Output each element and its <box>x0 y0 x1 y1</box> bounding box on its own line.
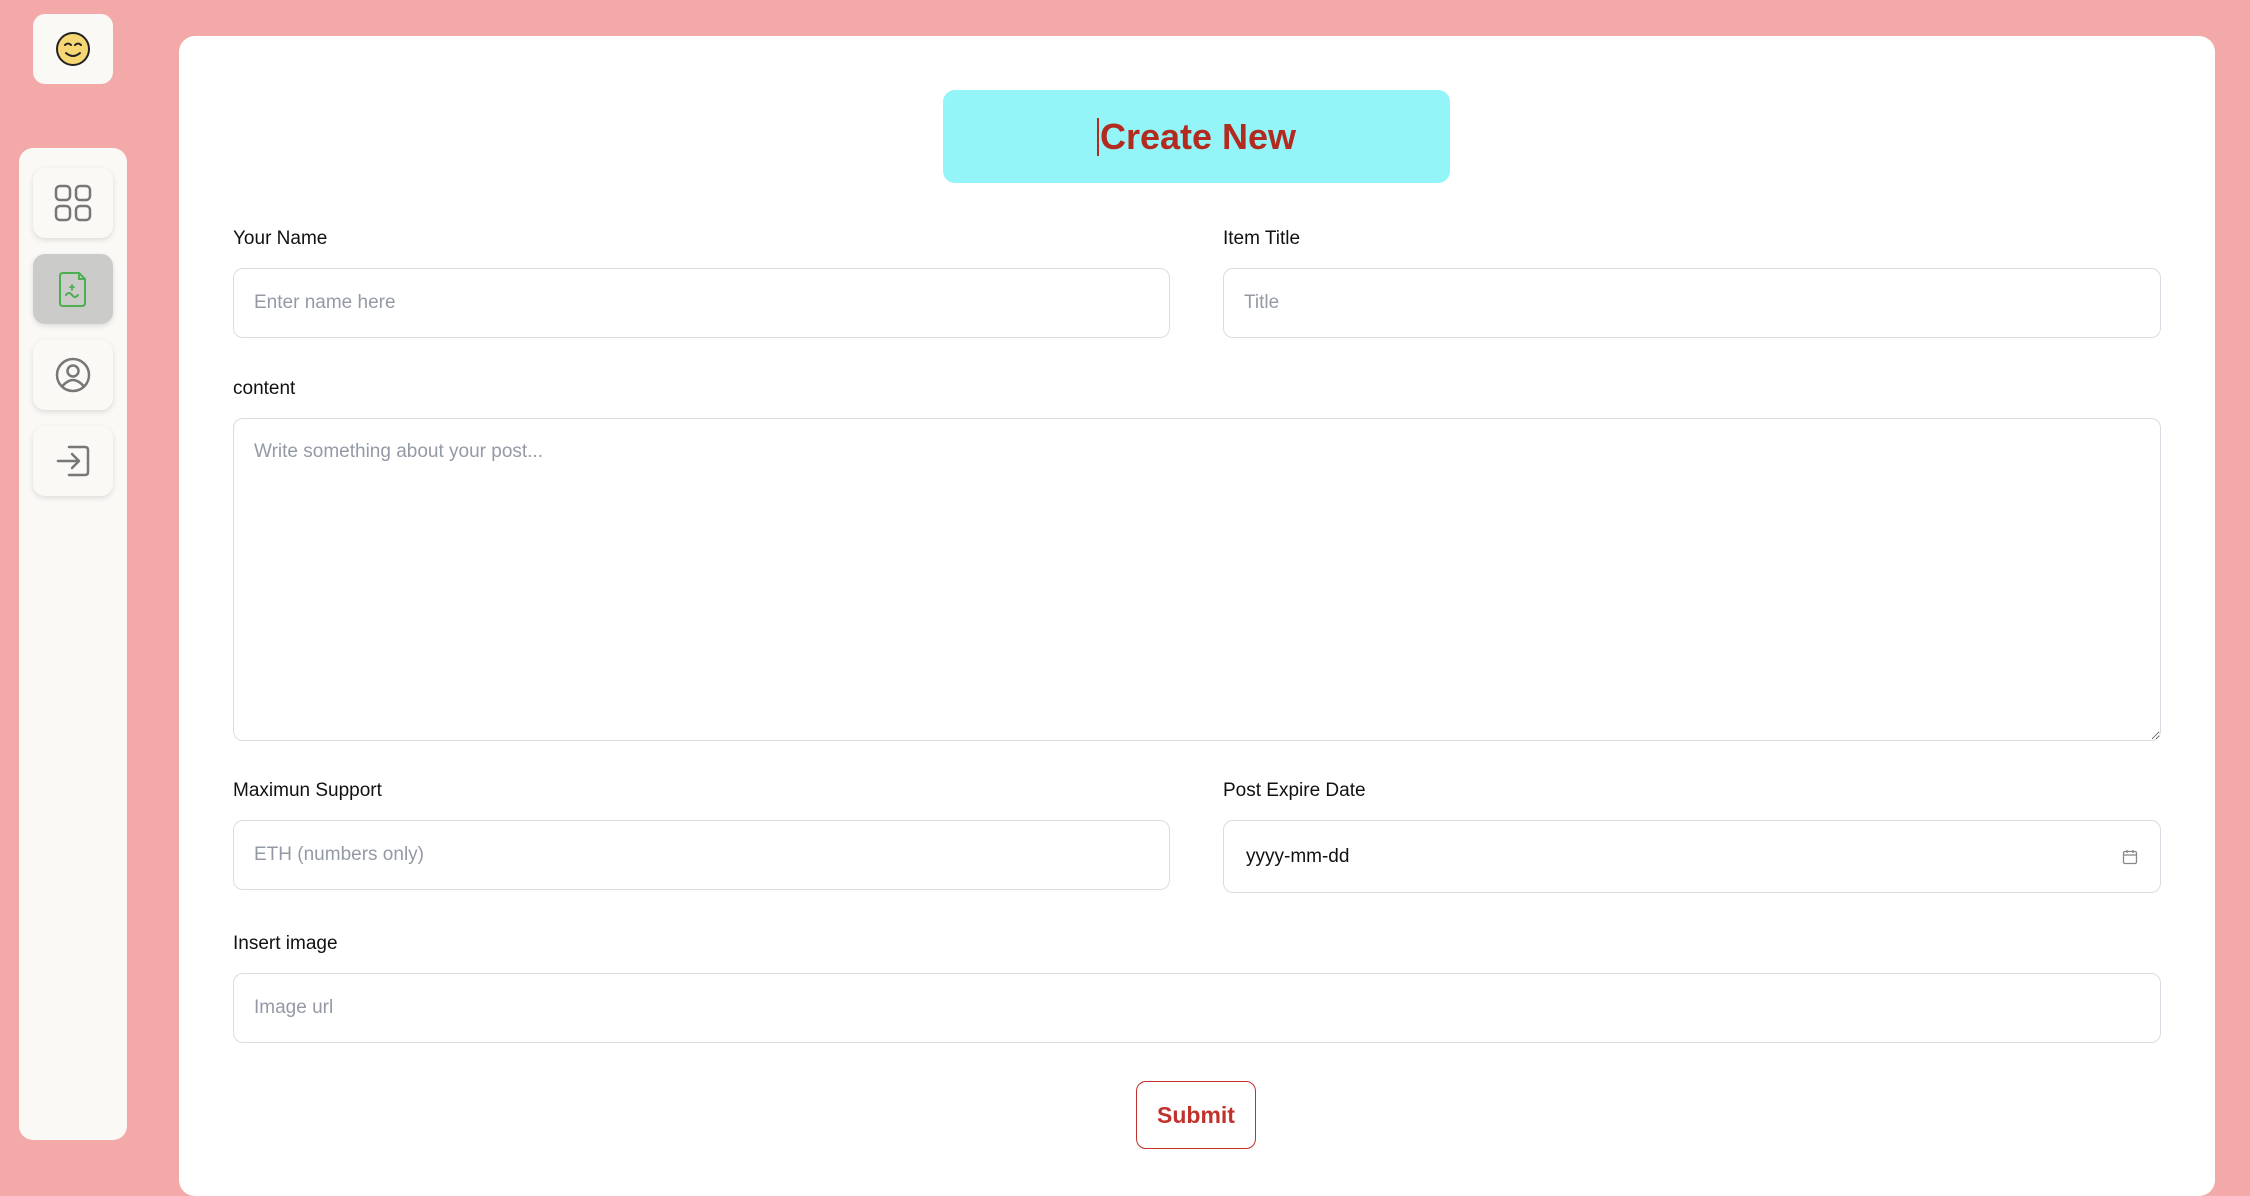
name-input[interactable] <box>233 268 1170 338</box>
sidebar-item-dashboard[interactable] <box>33 168 113 238</box>
item-title-input[interactable] <box>1223 268 2161 338</box>
create-new-title: Create New <box>1099 115 1297 157</box>
sidebar-item-logout[interactable] <box>33 426 113 496</box>
sidebar-item-create-post[interactable] <box>33 254 113 324</box>
submit-button[interactable]: Submit <box>1136 1081 1256 1149</box>
user-circle-icon <box>55 357 91 393</box>
expire-date-input[interactable]: yyyy-mm-dd <box>1223 820 2161 893</box>
expire-date-label: Post Expire Date <box>1223 780 1366 801</box>
create-new-header[interactable]: Create New <box>943 90 1450 183</box>
sidebar <box>19 148 127 1140</box>
create-form-card: Create New Your Name Item Title content … <box>179 36 2215 1196</box>
image-url-input[interactable] <box>233 973 2161 1043</box>
smiley-face-icon <box>56 32 90 66</box>
name-label: Your Name <box>233 228 328 249</box>
content-textarea[interactable] <box>233 418 2161 741</box>
sidebar-item-profile[interactable] <box>33 340 113 410</box>
grid-icon <box>54 184 92 222</box>
logo[interactable] <box>33 14 113 84</box>
sign-in-icon <box>56 445 90 477</box>
max-support-label: Maximun Support <box>233 780 382 801</box>
content-label: content <box>233 378 296 399</box>
item-title-label: Item Title <box>1223 228 1301 249</box>
calendar-icon[interactable] <box>2122 849 2138 865</box>
document-icon <box>59 272 86 307</box>
text-cursor <box>1096 117 1099 156</box>
insert-image-label: Insert image <box>233 933 338 954</box>
date-value: yyyy-mm-dd <box>1246 845 1350 867</box>
max-support-input[interactable] <box>233 820 1170 890</box>
